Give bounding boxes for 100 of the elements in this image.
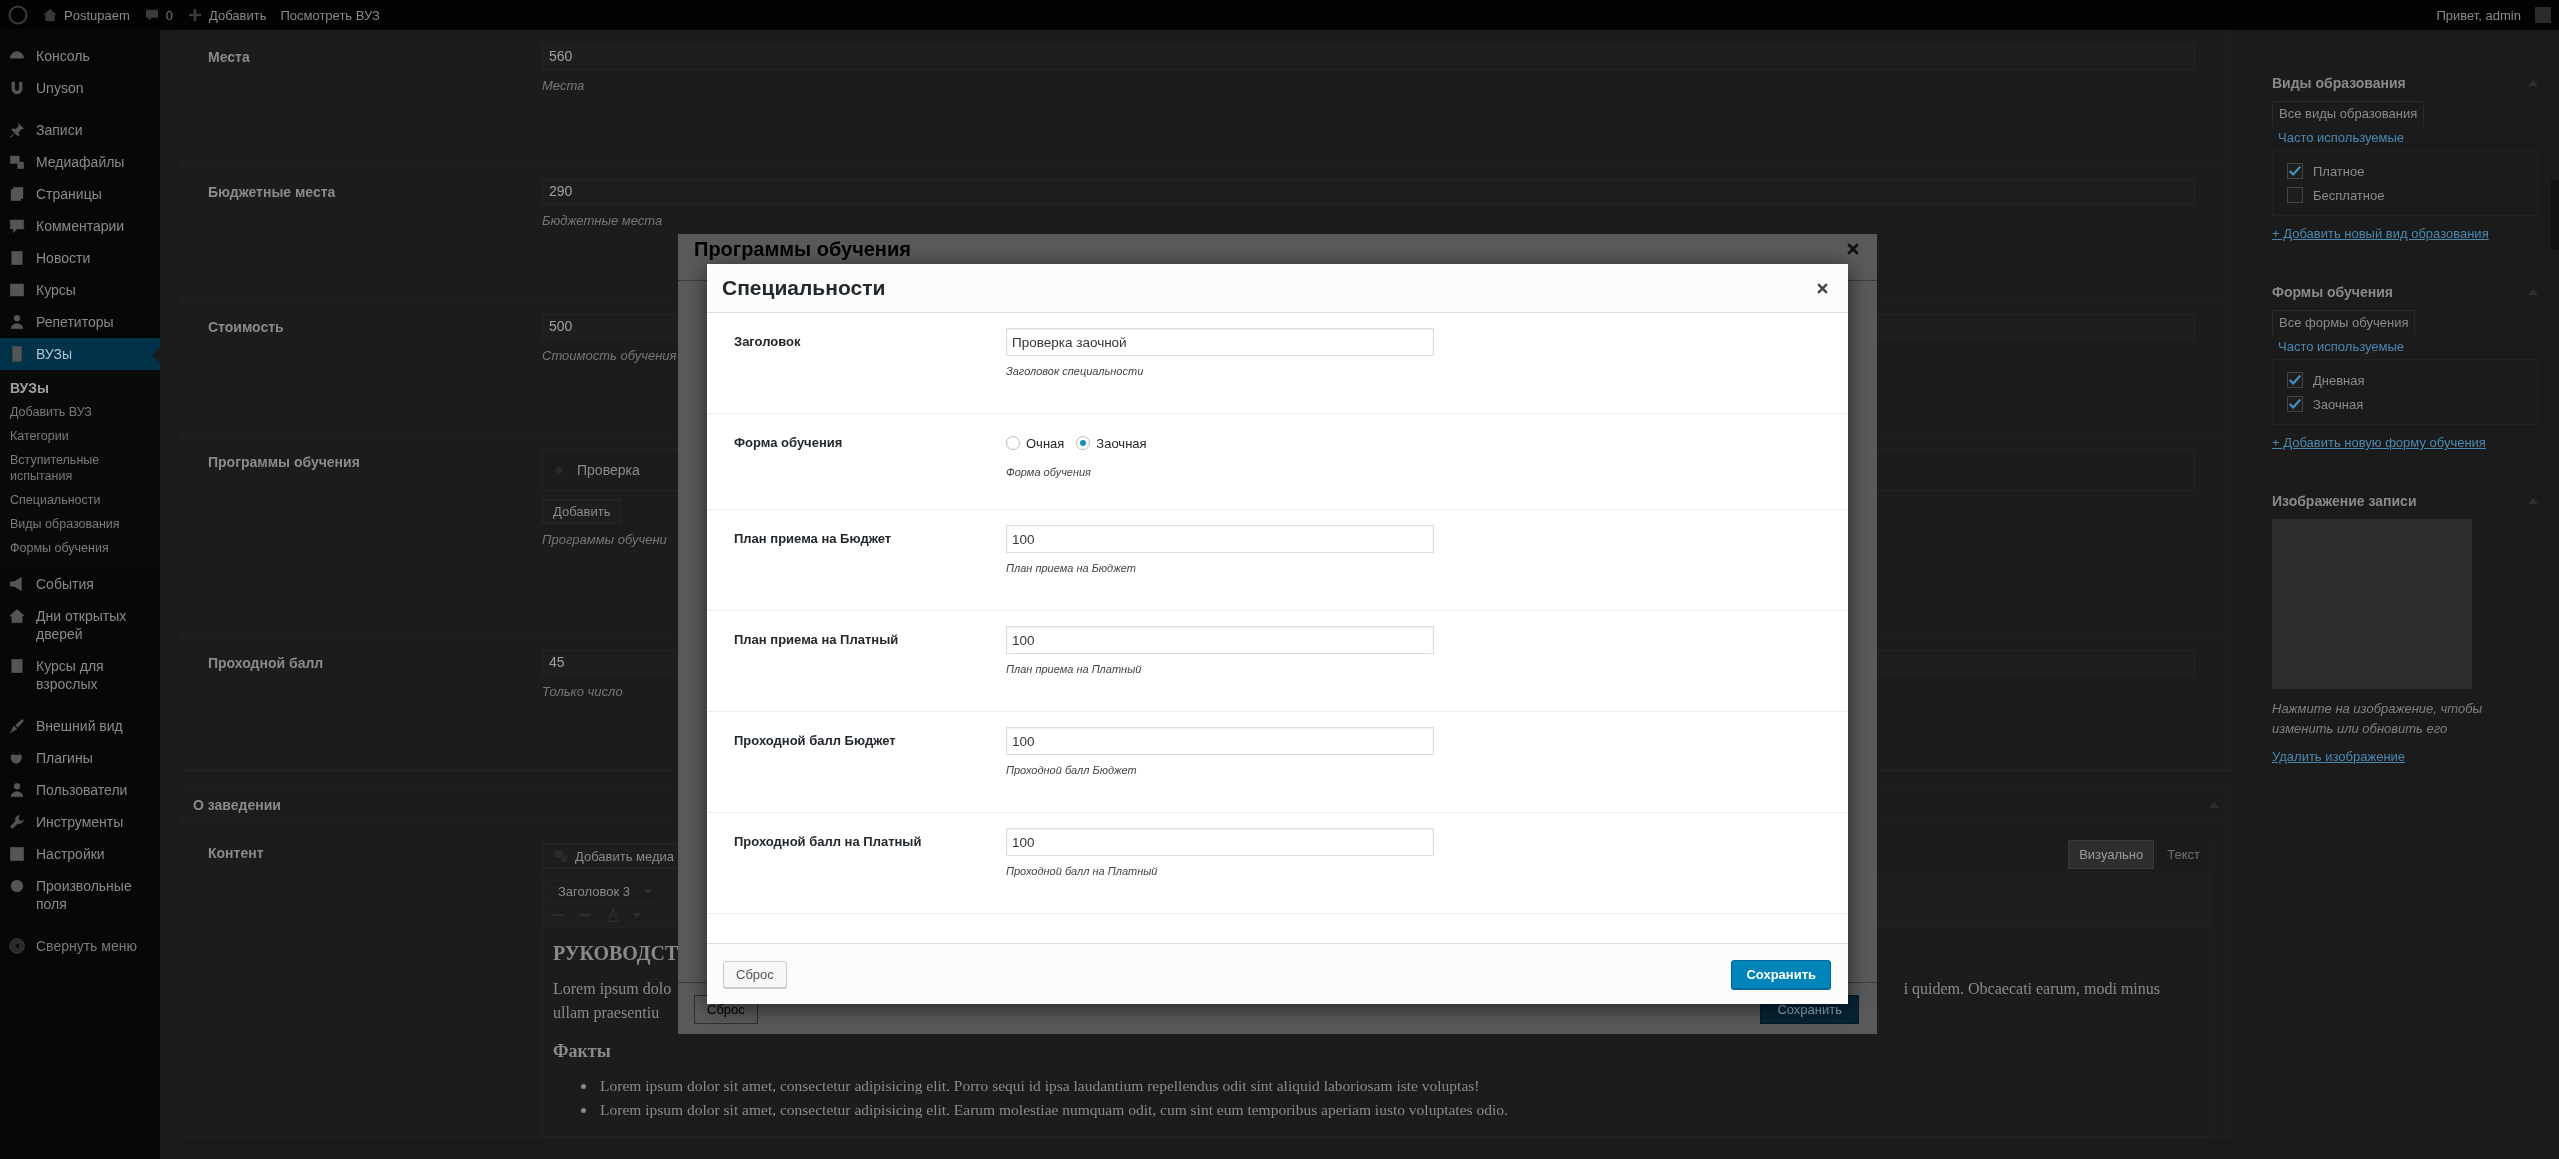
menu-label: Курсы для взрослых (36, 657, 105, 693)
menu-label: Плагины (36, 749, 93, 767)
submenu-item[interactable]: Формы обучения (0, 536, 160, 560)
menu-item[interactable]: Инструменты (0, 806, 160, 838)
menu-item[interactable]: Комментарии (0, 210, 160, 242)
checkbox[interactable] (2287, 163, 2303, 179)
wrench-icon (8, 813, 26, 831)
input-field[interactable]: 290 (542, 179, 2195, 205)
collapse-menu-link[interactable]: Свернуть меню (0, 930, 160, 962)
field-label: Места (208, 48, 251, 67)
term-label: Бесплатное (2313, 187, 2385, 203)
menu-label: Консоль (36, 47, 90, 65)
menu-item[interactable]: Консоль (0, 40, 160, 72)
input-field[interactable]: Проверка заочной (1006, 328, 1434, 356)
menu-label: Unyson (36, 79, 84, 97)
list-item[interactable]: Проверка (577, 462, 640, 478)
field-label: Проходной балл (208, 654, 325, 673)
field-hint: Места (542, 78, 585, 93)
term-label: Дневная (2313, 372, 2365, 388)
field-label: Бюджетные места (208, 183, 337, 202)
submenu-item[interactable]: Категории (0, 424, 160, 448)
field-hint: Только число (542, 684, 623, 699)
field-label: Форма обучения (734, 434, 844, 452)
menu-item[interactable]: Произвольные поля (0, 870, 160, 920)
content-heading: РУКОВОДСТ (553, 942, 680, 965)
field-hint: Заголовок специальности (1006, 365, 1144, 377)
submenu-item[interactable]: Виды образования (0, 512, 160, 536)
input-field[interactable]: 100 (1006, 626, 1434, 654)
format-dropdown[interactable]: Заголовок 3 (549, 880, 661, 903)
add-button[interactable]: Добавить (542, 499, 622, 524)
taxonomy-tab[interactable]: Часто используемые (2272, 126, 2411, 150)
bullet-icon (581, 1083, 586, 1089)
field-hint: Программы обучени (542, 532, 667, 547)
house-icon (8, 607, 26, 625)
add-term-link[interactable]: + Добавить новую форму обучения (2272, 435, 2486, 450)
menu-item[interactable]: Плагины (0, 742, 160, 774)
menu-item[interactable]: Внешний вид (0, 710, 160, 742)
menu-item[interactable]: Репетиторы (0, 306, 160, 338)
logo-icon[interactable] (8, 5, 28, 25)
menu-label: Дни открытых дверей (36, 607, 128, 643)
menu-item[interactable]: Unyson (0, 72, 160, 104)
checkbox[interactable] (2287, 187, 2303, 203)
input-field[interactable]: 100 (1006, 525, 1434, 553)
person-icon (8, 313, 26, 331)
menu-label: ВУЗы (36, 345, 72, 363)
menu-label: Страницы (36, 185, 102, 203)
bullet-item: Lorem ipsum dolor sit amet, consectetur adipisicing elit. Porro sequi id ipsa laudantium repellendus odit sint aliquid laboriosam iste voluptas! (600, 1076, 1480, 1096)
menu-item[interactable]: Курсы для взрослых (0, 650, 160, 700)
field-label: Программы обучения (208, 453, 361, 472)
menu-item[interactable]: Медиафайлы (0, 146, 160, 178)
box-title: Виды образования (2272, 75, 2406, 91)
input-field[interactable]: 100 (1006, 727, 1434, 755)
add-new-link[interactable]: Добавить (187, 7, 267, 23)
remove-image-link[interactable]: Удалить изображение (2272, 749, 2406, 764)
comments-link[interactable]: 0 (143, 7, 173, 23)
box-title: Изображение записи (2272, 493, 2417, 509)
menu-label: Настройки (36, 845, 105, 863)
submenu-item[interactable]: Вступительные испытания (0, 448, 160, 488)
view-link[interactable]: Посмотреть ВУЗ (280, 7, 380, 23)
speech-bubble-icon (143, 7, 160, 23)
field-label: План приема на Платный (734, 631, 900, 649)
menu-item[interactable]: Настройки (0, 838, 160, 870)
site-link[interactable]: Postupaem (42, 7, 130, 23)
checkbox[interactable] (2287, 372, 2303, 388)
bullet-item: Lorem ipsum dolor sit amet, consectetur adipisicing elit. Earum molestiae numquam odit, cum sint eum temporibus aperiam iusto voluptates odio. (600, 1100, 1508, 1120)
editor-tab[interactable]: Визуально (2068, 840, 2155, 869)
field-label: План приема на Бюджет (734, 530, 893, 548)
field-label: Проходной балл Бюджет (734, 732, 897, 750)
menu-item[interactable]: Записи (0, 114, 160, 146)
menu-label: Свернуть меню (36, 937, 137, 955)
menu-item[interactable]: Курсы (0, 274, 160, 306)
taxonomy-tab[interactable]: Часто используемые (2272, 335, 2411, 359)
submenu-item[interactable]: Специальности (0, 488, 160, 512)
close-icon[interactable] (1817, 282, 1828, 294)
greeting-link[interactable]: Привет, admin (2436, 7, 2521, 23)
menu-item[interactable]: Страницы (0, 178, 160, 210)
u-shape-icon (8, 79, 26, 97)
input-field[interactable]: 560 (542, 44, 2195, 70)
menu-item[interactable]: Дни открытых дверей (0, 600, 160, 650)
taxonomy-tab[interactable]: Все виды образования (2272, 101, 2425, 126)
submenu-item[interactable]: ВУЗы (0, 376, 160, 400)
checkbox[interactable] (2287, 396, 2303, 412)
reset-button[interactable]: Сброс (723, 960, 787, 988)
submenu-item[interactable]: Добавить ВУЗ (0, 400, 160, 424)
menu-item[interactable]: События (0, 568, 160, 600)
save-button[interactable]: Сохранить (1731, 959, 1831, 989)
menu-label: Репетиторы (36, 313, 114, 331)
avatar-icon[interactable] (2535, 7, 2551, 23)
taxonomy-tab[interactable]: Все формы обучения (2272, 310, 2416, 335)
input-field[interactable]: 100 (1006, 828, 1434, 856)
field-label: Стоимость (208, 318, 285, 337)
dialog-title: Программы обучения (694, 238, 911, 260)
add-term-link[interactable]: + Добавить новый вид образования (2272, 226, 2489, 241)
menu-item[interactable]: ВУЗы (0, 338, 160, 370)
menu-label: События (36, 575, 94, 593)
documents-icon (8, 185, 26, 203)
radio-label: Заочная (1096, 435, 1147, 451)
menu-label: Курсы (36, 281, 76, 299)
menu-item[interactable]: Новости (0, 242, 160, 274)
menu-item[interactable]: Пользователи (0, 774, 160, 806)
